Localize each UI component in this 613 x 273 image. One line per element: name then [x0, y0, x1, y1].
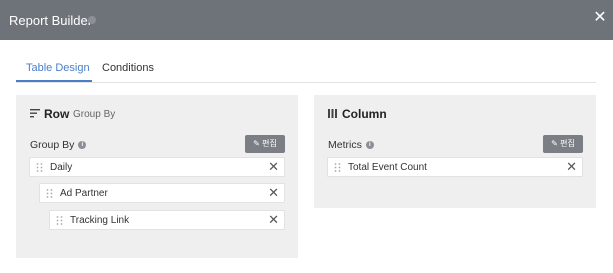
group-by-label: Group By i [30, 139, 87, 151]
column-edit-button[interactable]: ✎ 편집 [543, 135, 583, 153]
remove-icon[interactable]: ✕ [268, 213, 279, 227]
metrics-label: Metrics i [328, 139, 374, 151]
sort-lines-icon [30, 109, 40, 118]
column-edit-label: 편집 [560, 139, 575, 148]
active-tab-indicator [16, 80, 92, 82]
list-item[interactable]: Total Event Count ✕ [327, 157, 583, 177]
list-item[interactable]: Ad Partner ✕ [39, 183, 285, 203]
list-item-label: Ad Partner [60, 188, 108, 199]
list-item-label: Daily [50, 162, 73, 173]
drag-handle-icon[interactable] [56, 216, 63, 225]
list-item[interactable]: Daily ✕ [29, 157, 285, 177]
row-edit-button[interactable]: ✎ 편집 [245, 135, 285, 153]
drag-handle-icon[interactable] [334, 163, 341, 172]
row-panel: Row Group By Group By i ✎ 편집 Daily ✕ Ad P… [16, 95, 298, 258]
pencil-icon: ✎ [551, 139, 558, 148]
row-panel-subtitle: Group By [73, 109, 116, 120]
row-edit-label: 편집 [262, 139, 277, 148]
column-panel-title: Column [342, 107, 387, 121]
tab-table-design[interactable]: Table Design [26, 62, 90, 74]
remove-icon[interactable]: ✕ [268, 160, 279, 174]
remove-icon[interactable]: ✕ [566, 160, 577, 174]
list-item[interactable]: Tracking Link ✕ [49, 210, 285, 230]
list-item-label: Tracking Link [70, 215, 130, 226]
list-item-label: Total Event Count [348, 162, 427, 173]
dialog-title: Report Builder [9, 13, 93, 28]
drag-handle-icon[interactable] [36, 163, 43, 172]
pencil-icon: ✎ [253, 139, 260, 148]
column-bars-icon [328, 109, 337, 118]
tab-conditions[interactable]: Conditions [102, 62, 154, 74]
row-panel-title: Row [44, 107, 70, 121]
drag-handle-icon[interactable] [46, 189, 53, 198]
info-icon: i [78, 141, 87, 150]
group-by-label-text: Group By [30, 139, 75, 151]
close-icon[interactable]: ✕ [593, 10, 607, 26]
dialog-titlebar: Report Builder ✕ [0, 0, 613, 40]
title-info-icon [88, 16, 96, 24]
metrics-label-text: Metrics [328, 139, 362, 151]
info-icon: i [365, 141, 374, 150]
remove-icon[interactable]: ✕ [268, 186, 279, 200]
column-panel: Column Metrics i ✎ 편집 Total Event Count ✕ [314, 95, 596, 208]
tab-bar: Table Design Conditions [16, 55, 596, 83]
